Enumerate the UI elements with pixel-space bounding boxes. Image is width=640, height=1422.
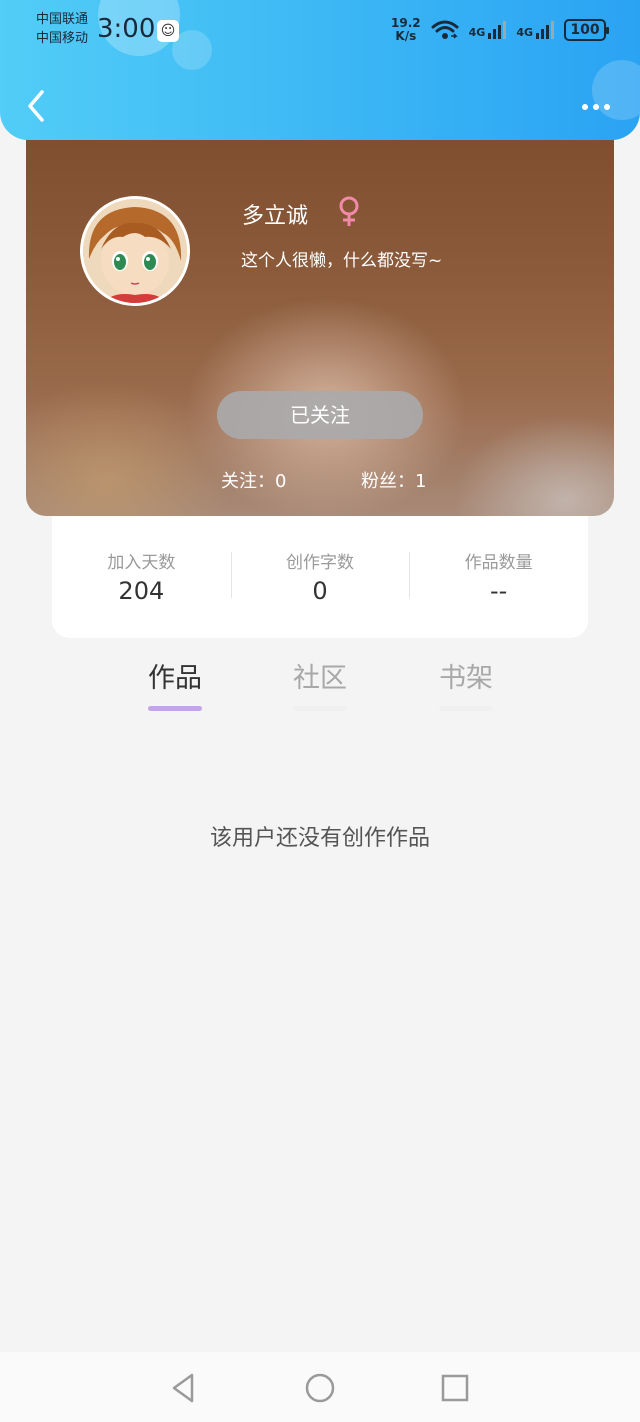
- tab-bookshelf[interactable]: 书架: [416, 656, 516, 695]
- wifi-icon: [431, 20, 459, 39]
- followers-count[interactable]: 粉丝：1: [361, 467, 426, 493]
- notification-emoji-icon: ☺: [157, 20, 179, 42]
- status-time: 3:00: [97, 14, 156, 44]
- profile-card: 多立诚 这个人很懒，什么都没写~ 已关注 关注：0 粉丝：1: [26, 100, 614, 516]
- stat-value: 204: [118, 577, 165, 605]
- stat-label: 创作字数: [286, 553, 354, 573]
- status-right: 19.2 K/s 4G 4G 100: [391, 16, 609, 44]
- circle-home-icon[interactable]: [302, 1370, 338, 1406]
- tab-community[interactable]: 社区: [270, 656, 370, 695]
- decor-bubble: [592, 60, 640, 120]
- stats-card: 加入天数 204 创作字数 0 作品数量 --: [52, 514, 588, 638]
- carrier-1: 中国联通: [36, 12, 89, 27]
- net-type-2: 4G: [516, 26, 533, 39]
- stat-works-count: 作品数量 --: [409, 514, 588, 638]
- more-dots-icon[interactable]: [582, 104, 610, 110]
- empty-message: 该用户还没有创作作品: [209, 826, 430, 851]
- triangle-back-icon[interactable]: [166, 1370, 202, 1406]
- female-symbol-icon: [339, 196, 359, 226]
- username: 多立诚: [242, 204, 309, 229]
- signal-2-icon: 4G: [516, 21, 554, 39]
- avatar-image: [83, 199, 187, 303]
- tab-indicator-community: [293, 706, 347, 711]
- signal-1-icon: 4G: [469, 21, 507, 39]
- chevron-left-icon[interactable]: [22, 88, 52, 124]
- system-nav-bar: [0, 1352, 640, 1422]
- net-type-1: 4G: [468, 26, 486, 39]
- stat-value: --: [490, 577, 508, 605]
- following-count[interactable]: 关注：0: [221, 467, 286, 493]
- stat-label: 作品数量: [464, 553, 533, 573]
- tab-indicator-bookshelf: [439, 706, 493, 711]
- carrier-2: 中国移动: [36, 31, 89, 46]
- square-recents-icon[interactable]: [437, 1370, 473, 1406]
- stat-label: 加入天数: [107, 553, 176, 573]
- tab-indicator-works: [148, 706, 202, 711]
- avatar[interactable]: [80, 196, 190, 306]
- stat-word-count: 创作字数 0: [230, 514, 410, 638]
- user-bio: 这个人很懒，什么都没写~: [241, 251, 443, 271]
- network-speed: 19.2 K/s: [391, 17, 421, 43]
- carrier-labels: 中国联通 中国移动: [36, 10, 88, 48]
- speed-unit: K/s: [395, 29, 417, 43]
- follow-button[interactable]: 已关注: [217, 391, 423, 439]
- stat-join-days: 加入天数 204: [52, 514, 231, 638]
- stat-value: 0: [312, 577, 328, 605]
- battery-icon: 100: [564, 19, 609, 41]
- tab-works[interactable]: 作品: [125, 656, 225, 695]
- top-header: 中国联通 中国移动 3:00 ☺ 19.2 K/s 4G 4G 100: [0, 0, 640, 140]
